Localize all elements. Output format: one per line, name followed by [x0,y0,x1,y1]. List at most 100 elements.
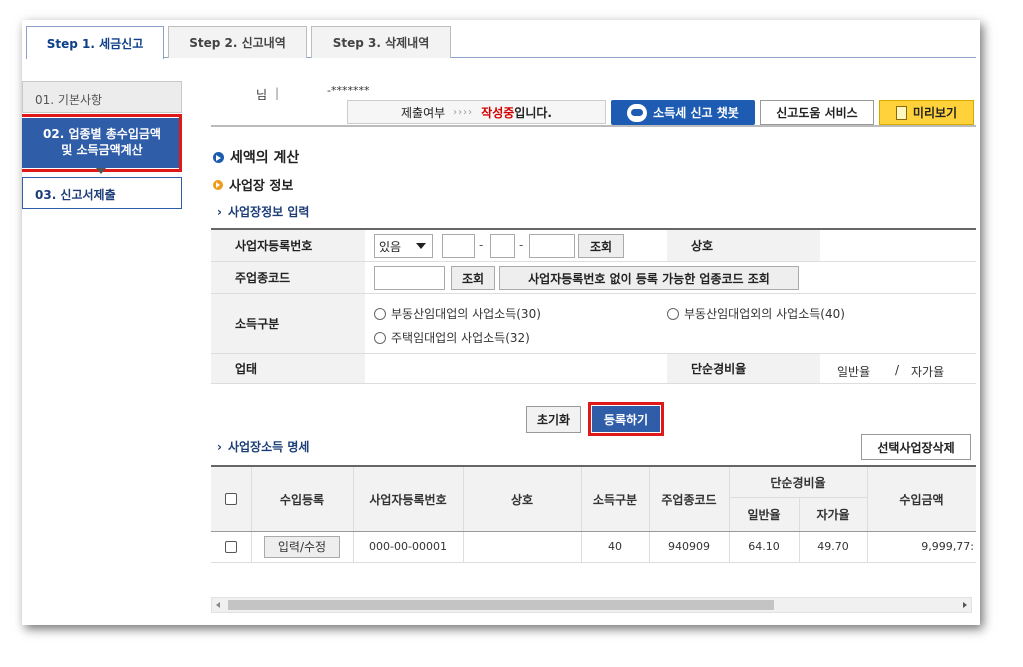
radio-circle-icon [374,307,386,320]
row-divider [729,497,867,498]
form-row-business-type: 업태 단순경비율 일반율 / 자가율 [211,354,976,384]
header-general-rate: 일반율 [729,497,799,531]
main-code-input[interactable] [374,266,445,290]
form-row-biz-reg: 사업자등록번호 있음 - - 조회 상호 [211,230,976,262]
row-self-rate: 49.70 [817,540,849,553]
main-code-label: 주업종코드 [211,262,365,293]
biz-reg-lookup-button[interactable]: 조회 [578,234,624,258]
row-income-type: 40 [608,540,622,553]
biz-reg-part3-input[interactable] [529,234,575,258]
no-reg-code-lookup-button[interactable]: 사업자등록번호 없이 등록 가능한 업종코드 조회 [499,266,799,290]
section-tax-calculation: 세액의 계산 [213,147,299,167]
circle-arrow-icon [213,151,224,163]
table-row-edit-cell: 입력/수정 [251,531,353,562]
section-business-input-title: 사업장정보 입력 [227,205,310,219]
chevron-right-icon: › [217,204,222,219]
income-table: 수입등록 사업자등록번호 상호 소득구분 주업종코드 단순경비율 일반율 자가율… [211,465,976,563]
row-divider [211,562,976,563]
scroll-right-arrow-icon[interactable] [963,602,967,608]
header-income-reg: 수입등록 [251,467,353,531]
general-rate-label: 일반율 [837,365,871,379]
radio-non-real-estate[interactable]: 부동산임대업외의 사업소득(40) [667,305,845,322]
document-icon [895,105,907,120]
tab-step2-filing-history[interactable]: Step 2. 신고내역 [168,26,307,58]
header-select-all-cell [211,467,251,531]
step-submit-return[interactable]: 03. 신고서제출 [22,177,182,209]
self-rate-label: 자가율 [911,365,945,379]
header-biz-no: 사업자등록번호 [353,467,463,531]
status-label: 제출여부 [401,105,446,120]
section-business-input: › 사업장정보 입력 [217,203,309,220]
step-down-arrow-icon [96,168,106,174]
header-divider [211,125,976,127]
header-income-type: 소득구분 [581,467,649,531]
header-revenue: 수입금액 [867,467,976,531]
scroll-left-arrow-icon[interactable] [216,602,220,608]
biz-reg-part1-input[interactable] [442,234,475,258]
section-tax-calculation-title: 세액의 계산 [230,150,300,166]
reset-button[interactable]: 초기화 [526,406,581,433]
chevron-down-icon [416,243,426,249]
form-row-main-code: 주업종코드 조회 사업자등록번호 없이 등록 가능한 업종코드 조회 [211,262,976,294]
horizontal-scrollbar[interactable] [211,597,972,613]
rate-separator: / [895,363,900,377]
header-simple-rate: 단순경비율 [729,467,867,497]
dash-separator: - [479,238,484,252]
highlight-outline-register [588,402,664,436]
chevron-right-icon: › [217,439,222,454]
radio-housing-rental-label: 주택임대업의 사업소득(32) [391,331,530,345]
main-window: Step 1. 세금신고 Step 2. 신고내역 Step 3. 삭제내역 0… [22,20,980,625]
user-id-masked: -******* [327,84,370,97]
section-business-info: 사업장 정보 [213,175,293,194]
user-name-suffix: 님 [256,88,268,102]
row-biz-no: 000-00-00001 [369,540,447,553]
main-code-lookup-button[interactable]: 조회 [451,266,495,290]
biz-reg-label: 사업자등록번호 [211,230,365,261]
radio-circle-icon [667,307,679,320]
status-value: 작성중 [481,105,515,120]
radio-non-real-estate-label: 부동산임대업외의 사업소득(40) [684,307,845,321]
section-income-detail-title: 사업장소득 명세 [227,440,310,454]
radio-real-estate-rental[interactable]: 부동산임대업의 사업소득(30) [374,305,541,322]
select-all-checkbox[interactable] [225,493,237,505]
row-trade-name [463,531,581,562]
section-income-detail: › 사업장소득 명세 [217,438,309,455]
highlight-outline-step2 [22,114,182,172]
biz-reg-select[interactable]: 있음 [374,234,433,258]
biz-reg-select-value: 있음 [379,239,402,254]
scrollbar-thumb[interactable] [228,600,774,610]
tab-step1-tax-filing[interactable]: Step 1. 세금신고 [26,26,164,59]
row-edit-button[interactable]: 입력/수정 [264,535,340,558]
header-main-code: 주업종코드 [649,467,729,531]
chatbot-label: 소득세 신고 챗봇 [653,106,739,120]
radio-circle-icon [374,331,386,344]
filing-help-button[interactable]: 신고도움 서비스 [760,100,874,125]
row-main-code: 940909 [668,540,710,553]
user-separator: | [275,86,280,100]
business-info-form: 사업자등록번호 있음 - - 조회 상호 주업종코드 조회 사업자등록번호 없이… [211,228,976,384]
status-arrows-icon: ›››› [453,106,474,118]
simple-rate-label: 단순경비율 [667,354,820,383]
tab-step3-deletion-history[interactable]: Step 3. 삭제내역 [311,26,451,58]
status-suffix: 입니다. [514,105,552,120]
preview-label: 미리보기 [912,106,958,120]
trade-name-label: 상호 [667,230,820,261]
header-self-rate: 자가율 [799,497,867,531]
header-trade-name: 상호 [463,467,581,531]
form-row-income-type: 소득구분 부동산임대업의 사업소득(30) 부동산임대업외의 사업소득(40) … [211,294,976,354]
business-type-label: 업태 [211,354,365,383]
delete-selected-business-button[interactable]: 선택사업장삭제 [861,434,971,460]
radio-real-estate-rental-label: 부동산임대업의 사업소득(30) [391,307,541,321]
preview-button[interactable]: 미리보기 [879,100,974,125]
circle-arrow-orange-icon [213,179,223,190]
radio-housing-rental[interactable]: 주택임대업의 사업소득(32) [374,329,530,346]
row-checkbox[interactable] [225,540,237,553]
tax-chatbot-button[interactable]: 소득세 신고 챗봇 [611,100,755,125]
biz-reg-part2-input[interactable] [490,234,515,258]
dash-separator: - [519,238,524,252]
section-business-info-title: 사업장 정보 [229,179,294,194]
table-row-select-cell [211,531,251,562]
income-type-label: 소득구분 [211,294,365,353]
submission-status: 제출여부 ›››› 작성중입니다. [347,100,606,124]
step-basic-info[interactable]: 01. 기본사항 [22,81,182,113]
